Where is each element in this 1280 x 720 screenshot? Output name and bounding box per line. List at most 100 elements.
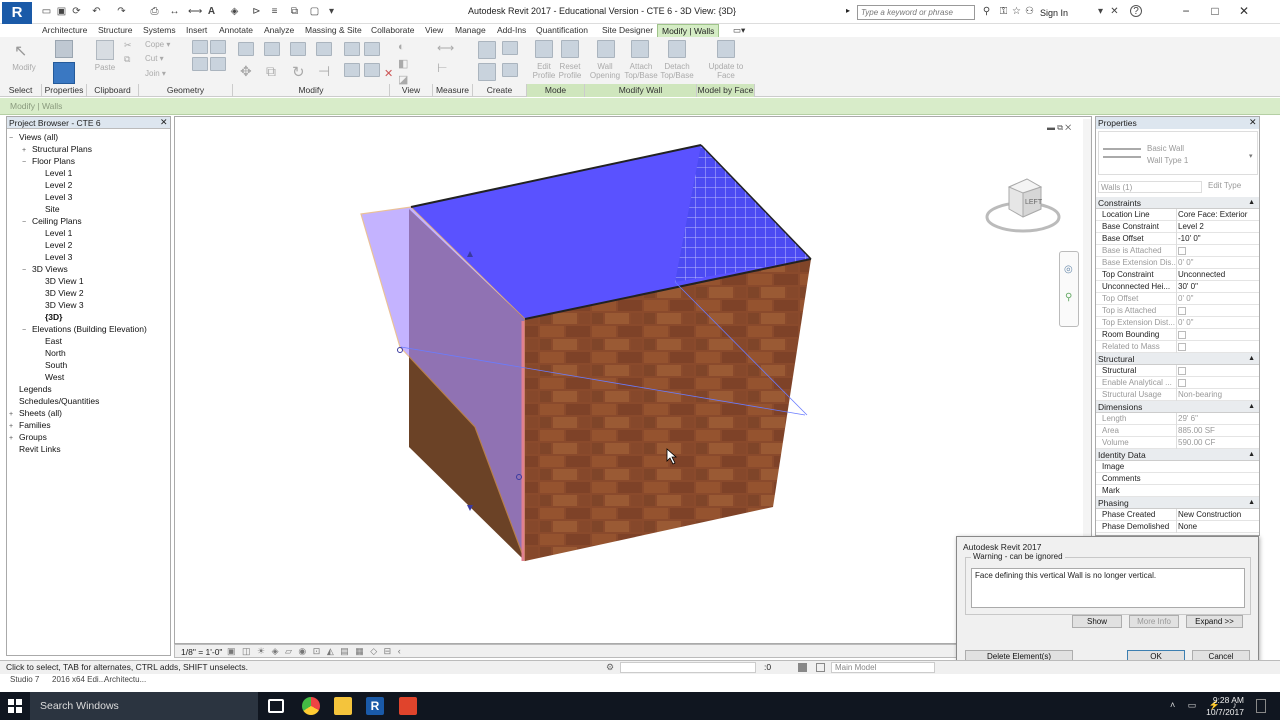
dimension-icon[interactable]: ⟷ [188, 5, 202, 18]
property-row[interactable]: Area 885.00 SF [1096, 425, 1259, 437]
end-grip-icon[interactable] [397, 347, 403, 353]
geometry-tool-4-icon[interactable] [210, 57, 226, 71]
property-group-header[interactable]: Phasing ▲ [1096, 497, 1259, 509]
property-row[interactable]: Top Offset 0' 0" [1096, 293, 1259, 305]
expand-toggle-icon[interactable]: − [22, 325, 32, 337]
tab-view[interactable]: View [425, 24, 443, 37]
reset-profile-icon[interactable] [561, 40, 579, 58]
property-checkbox[interactable] [1178, 246, 1186, 255]
browser-tree-item[interactable]: Level 3 [9, 191, 169, 203]
exchange-icon[interactable]: ✕ [1108, 5, 1121, 18]
expand-button[interactable]: Expand >> [1186, 615, 1243, 628]
browser-tree-item[interactable]: Site [9, 203, 169, 215]
sync-icon[interactable]: ⟳ [70, 5, 83, 18]
customize-qat-icon[interactable]: ▾ [325, 5, 338, 18]
geometry-tool-2-icon[interactable] [192, 57, 208, 71]
collapse-icon[interactable]: ▲ [1248, 401, 1255, 413]
windows-start-icon[interactable] [8, 699, 22, 713]
expand-toggle-icon[interactable]: − [22, 265, 32, 277]
property-value[interactable] [1176, 245, 1254, 257]
property-value[interactable]: None [1176, 521, 1254, 533]
browser-tree-item[interactable]: − Floor Plans [9, 155, 169, 167]
browser-tree-item[interactable]: 3D View 1 [9, 275, 169, 287]
property-value[interactable]: 0' 0" [1176, 317, 1254, 329]
taskbar-search[interactable]: Search Windows [30, 692, 258, 720]
minimize-button[interactable]: − [1172, 2, 1200, 20]
properties-close-icon[interactable]: ✕ [1249, 117, 1257, 128]
tab-systems[interactable]: Systems [143, 24, 176, 37]
property-group-header[interactable]: Dimensions ▲ [1096, 401, 1259, 413]
sign-in-dropdown-icon[interactable]: ▾ [1094, 5, 1107, 18]
tab-site-designer[interactable]: Site Designer [602, 24, 653, 37]
property-row[interactable]: Volume 590.00 CF [1096, 437, 1259, 449]
property-row[interactable]: Location Line Core Face: Exterior [1096, 209, 1259, 221]
browser-tree-item[interactable]: East [9, 335, 169, 347]
property-value[interactable] [1176, 341, 1254, 353]
create-group-icon[interactable] [478, 63, 496, 81]
favorites-icon[interactable]: ☆ [1010, 5, 1023, 18]
update-to-face-icon[interactable] [717, 40, 735, 58]
property-checkbox[interactable] [1178, 306, 1186, 315]
browser-tree-item[interactable]: − Views (all) [9, 131, 169, 143]
browser-tree-item[interactable]: Level 2 [9, 179, 169, 191]
user-icon[interactable]: ⚇ [1023, 5, 1036, 18]
tab-massing-site[interactable]: Massing & Site [305, 24, 362, 37]
property-value[interactable]: Level 2 [1176, 221, 1254, 233]
close-button[interactable]: ✕ [1230, 2, 1258, 20]
property-row[interactable]: Top Constraint Unconnected [1096, 269, 1259, 281]
tab-analyze[interactable]: Analyze [264, 24, 294, 37]
property-value[interactable]: 0' 0" [1176, 293, 1254, 305]
notifications-icon[interactable] [1256, 699, 1266, 713]
split-icon[interactable] [344, 42, 360, 56]
create-similar-icon[interactable] [478, 41, 496, 59]
property-row[interactable]: Structural [1096, 365, 1259, 377]
print-icon[interactable]: ⎙ [148, 5, 161, 18]
property-row[interactable]: Unconnected Hei... 30' 0" [1096, 281, 1259, 293]
instance-filter[interactable]: Walls (1) [1098, 181, 1202, 193]
browser-tree-item[interactable]: Legends [9, 383, 169, 395]
property-checkbox[interactable] [1178, 378, 1186, 387]
browser-tree-item[interactable]: − Elevations (Building Elevation) [9, 323, 169, 335]
property-value[interactable] [1176, 365, 1254, 377]
delete-icon[interactable]: ✕ [384, 67, 393, 80]
section-icon[interactable]: ⊳ [250, 5, 263, 18]
rotate-icon[interactable]: ↻ [292, 63, 305, 81]
collapse-icon[interactable]: ▲ [1248, 497, 1255, 509]
property-row[interactable]: Related to Mass [1096, 341, 1259, 353]
browser-tree-item[interactable]: 3D View 2 [9, 287, 169, 299]
property-value[interactable]: Core Face: Exterior [1176, 209, 1254, 221]
chrome-icon[interactable] [302, 697, 320, 715]
tab-structure[interactable]: Structure [98, 24, 133, 37]
browser-tree-item[interactable]: + Families [9, 419, 169, 431]
more-info-button[interactable]: More Info [1129, 615, 1179, 628]
property-row[interactable]: Top Extension Dist... 0' 0" [1096, 317, 1259, 329]
tab-add-ins[interactable]: Add-Ins [497, 24, 526, 37]
browser-tree-item[interactable]: North [9, 347, 169, 359]
type-properties-icon[interactable] [55, 40, 73, 58]
selection-filter-count[interactable]: :0 [764, 661, 771, 674]
browser-tree-item[interactable]: Revit Links [9, 443, 169, 455]
create-assembly-icon[interactable] [502, 63, 518, 77]
property-value[interactable]: 29' 6" [1176, 413, 1254, 425]
attach-icon[interactable] [631, 40, 649, 58]
save-icon[interactable]: ▣ [55, 5, 68, 18]
help-icon[interactable]: ? [1130, 5, 1142, 17]
align-icon[interactable] [238, 42, 254, 56]
exclude-options-icon[interactable] [816, 663, 825, 672]
tab-collaborate[interactable]: Collaborate [371, 24, 414, 37]
property-row[interactable]: Base Extension Dis... 0' 0" [1096, 257, 1259, 269]
sign-in-link[interactable]: Sign In [1040, 8, 1068, 18]
navigation-bar[interactable]: ◎ ⚲ [1059, 251, 1079, 327]
revit-app-button[interactable]: R [2, 2, 32, 24]
help-search-input[interactable]: Type a keyword or phrase [857, 5, 975, 20]
cope-button[interactable]: Cope ▾ [145, 40, 170, 49]
panel-select[interactable]: Select [0, 84, 42, 97]
pin-icon[interactable] [364, 63, 380, 77]
property-checkbox[interactable] [1178, 366, 1186, 375]
property-value[interactable]: New Construction [1176, 509, 1254, 521]
create-parts-icon[interactable] [502, 41, 518, 55]
measure-icon[interactable]: ↔ [168, 5, 181, 18]
browser-tree-item[interactable]: + Sheets (all) [9, 407, 169, 419]
expand-toggle-icon[interactable]: − [22, 157, 32, 169]
view-canvas[interactable]: ▬ ⧉ ✕ LEFT ◎ ⚲ [174, 116, 1092, 644]
